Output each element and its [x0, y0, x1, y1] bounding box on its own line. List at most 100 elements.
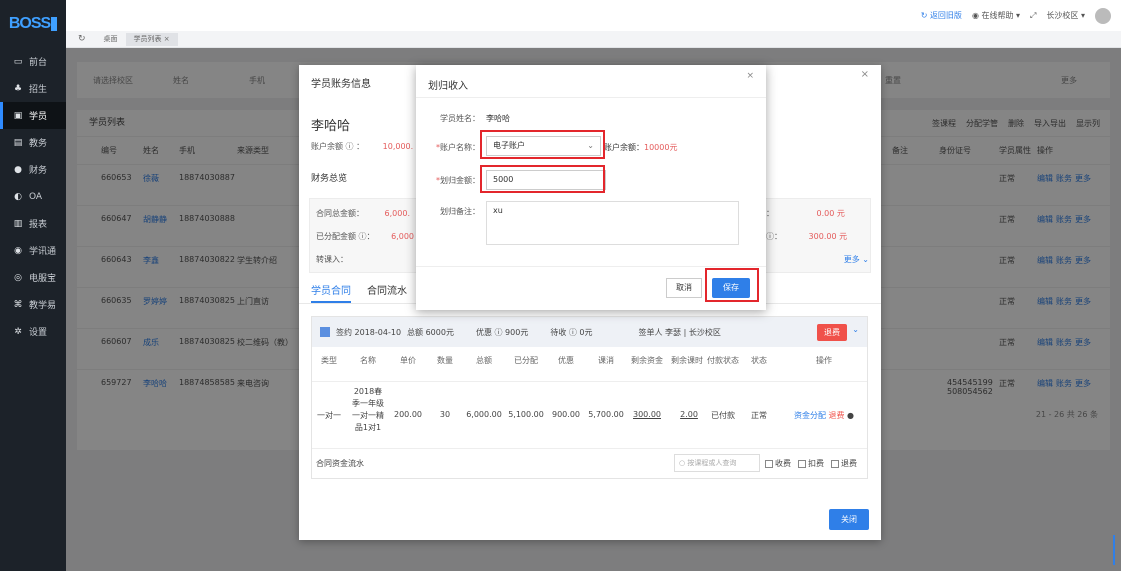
contract-column-header: 状态: [751, 356, 767, 365]
tab-student-list-label: 学员列表: [133, 34, 162, 43]
allocated-label: 已分配金额: [316, 232, 356, 241]
campus-label: 长沙校区: [1046, 11, 1079, 20]
contract-footer: 合同资金流水 ○ 按课程或人查询 收费 扣费 退费: [312, 448, 867, 478]
cell-price: 200.00: [394, 410, 422, 419]
sidebar-item-label: 学员: [29, 112, 48, 122]
contract-column-header: 操作: [816, 356, 832, 365]
tab-home[interactable]: 桌面: [96, 33, 126, 46]
sidebar-item-0[interactable]: ▭ 前台: [0, 48, 66, 75]
refund-check-label: 退费: [841, 459, 857, 468]
account-modal-title: 学员账务信息: [311, 79, 371, 90]
close-icon[interactable]: ×: [861, 69, 869, 80]
tab-student-list[interactable]: 学员列表 ×: [125, 32, 178, 46]
refund-button[interactable]: 退费: [817, 324, 847, 341]
finance-icon: ●: [14, 164, 22, 175]
cell-name: 2018春季一年级一对一精品1对1: [352, 387, 384, 432]
sidebar-item-label: 电服宝: [29, 274, 57, 284]
sidebar-item-5[interactable]: ◐ OA: [0, 183, 66, 210]
account-tabs: 学员合同 合同流水: [311, 282, 407, 303]
highlight-amount-input: [480, 165, 605, 193]
sidebar-item-label: OA: [29, 191, 43, 202]
avatar[interactable]: [1095, 7, 1111, 24]
balance-value: 10,000.: [382, 142, 414, 151]
sidebar-item-3[interactable]: ▤ 教务: [0, 129, 66, 156]
remark-label: 划归备注：: [440, 207, 480, 216]
info-icon: ⓘ: [345, 142, 354, 151]
finance-overview-title: 财务总览: [311, 174, 348, 184]
cell-remain-hours[interactable]: 2.00: [674, 410, 704, 419]
highlight-save-button: [705, 268, 759, 302]
sidebar-item-7[interactable]: ◉ 学讯通: [0, 237, 66, 264]
sidebar-nav: ▭ 前台 ♣ 招生 ▣ 学员 ▤ 教务 ● 财务 ◐ OA ▥ 报表 ◉ 学讯通 ◎ 电服宝 ⌘ 教学易 ✲ 设置: [0, 48, 66, 345]
account-balance-info: 账户余额：10000元: [604, 142, 677, 153]
account-balance-label: 账户余额：: [604, 143, 644, 152]
fullscreen-icon[interactable]: ⤢: [1030, 11, 1036, 21]
transfer-label: 转课入：: [316, 255, 348, 264]
fund-allocation-link[interactable]: 资金分配: [794, 411, 826, 420]
contract-column-header: 剩余课时: [671, 356, 703, 365]
checkbox-box: [765, 459, 773, 468]
student-name: 李哈哈: [311, 119, 351, 134]
refresh-icon[interactable]: ↻: [78, 34, 86, 44]
amount-label: *划归金额：: [418, 175, 480, 186]
cancel-button[interactable]: 取消: [666, 278, 702, 298]
contract-column-header: 总额: [476, 356, 492, 365]
flow-search-placeholder: 按课程或人查询: [687, 459, 737, 467]
sidebar-item-1[interactable]: ♣ 招生: [0, 75, 66, 102]
account-name-label-text: 账户名称：: [440, 143, 480, 152]
sidebar-item-6[interactable]: ▥ 报表: [0, 210, 66, 237]
sidebar-item-label: 设置: [29, 328, 48, 338]
charge-label: 收费: [775, 459, 791, 468]
sidebar-item-4[interactable]: ● 财务: [0, 156, 66, 183]
stat-right-2: ⓘ： 300.00 元: [766, 232, 848, 241]
sidebar-item-10[interactable]: ✲ 设置: [0, 318, 66, 345]
sidebar-item-8[interactable]: ◎ 电服宝: [0, 264, 66, 291]
contract-column-header: 类型: [321, 356, 337, 365]
cell-status: 正常: [751, 411, 767, 420]
close-icon[interactable]: ×: [746, 71, 754, 81]
chart-icon: ▥: [13, 218, 23, 229]
contract-column-header: 单价: [400, 356, 416, 365]
more-link[interactable]: 更多 ⌄: [844, 254, 869, 265]
stat-right-1-value: 0.00 元: [816, 209, 845, 218]
campus-menu[interactable]: 长沙校区 ▾: [1046, 10, 1085, 21]
student-name-value: 李哈哈: [486, 114, 510, 123]
scroll-indicator[interactable]: [1113, 535, 1115, 565]
cell-discount: 900.00: [552, 410, 580, 419]
logo-text: BOSS: [8, 15, 51, 32]
highlight-account-select: [480, 130, 605, 159]
help-menu[interactable]: ◉ 在线帮助 ▾: [972, 10, 1020, 21]
contract-column-header: 数量: [437, 356, 453, 365]
contract-column-header: 剩余资金: [631, 356, 663, 365]
contract-column-header: 优惠: [558, 356, 574, 365]
app-root: BOSS ▭ 前台 ♣ 招生 ▣ 学员 ▤ 教务 ● 财务 ◐ OA ▥ 报表 ◉ 学讯通 ◎ 电服宝 ⌘ 教学易 ✲ 设…: [0, 0, 1121, 571]
info-icon[interactable]: ●: [847, 411, 854, 420]
teach-icon: ⌘: [13, 299, 23, 310]
sidebar-item-9[interactable]: ⌘ 教学易: [0, 291, 66, 318]
account-balance: 账户余额 ⓘ ： 10,000.: [311, 142, 414, 151]
sidebar-item-label: 教务: [29, 139, 48, 149]
refund-checkbox[interactable]: 退费: [831, 458, 857, 469]
document-icon: [320, 327, 330, 337]
charge-checkbox[interactable]: 收费: [765, 458, 791, 469]
deduct-checkbox[interactable]: 扣费: [798, 458, 824, 469]
tab-contract-flow[interactable]: 合同流水: [367, 282, 407, 303]
logo[interactable]: BOSS: [0, 0, 66, 48]
flow-search-input[interactable]: ○ 按课程或人查询: [674, 454, 760, 472]
checkbox-box: [798, 459, 806, 468]
sidebar-item-2[interactable]: ▣ 学员: [0, 102, 66, 129]
cell-operations: 资金分配 退费 ●: [782, 410, 866, 421]
pending-value: 0元: [579, 327, 593, 337]
allocated-total: 已分配金额 ⓘ： 6,000: [316, 232, 414, 241]
student-icon: ▣: [13, 110, 23, 121]
cell-remain-money[interactable]: 300.00: [630, 410, 664, 419]
back-old-version-link[interactable]: ↻ 返回旧版: [921, 10, 962, 21]
remark-textarea[interactable]: xu: [486, 201, 739, 245]
chevron-down-icon[interactable]: ⌄: [852, 325, 859, 334]
allocated-value: 6,000: [391, 232, 414, 241]
close-button[interactable]: 关闭: [829, 509, 869, 530]
tab-student-contract[interactable]: 学员合同: [311, 282, 351, 303]
gear-icon: ✲: [14, 326, 22, 337]
refund-link[interactable]: 退费: [829, 411, 845, 420]
top-header: ↻ 返回旧版 ◉ 在线帮助 ▾ ⤢ 长沙校区 ▾: [66, 0, 1121, 31]
